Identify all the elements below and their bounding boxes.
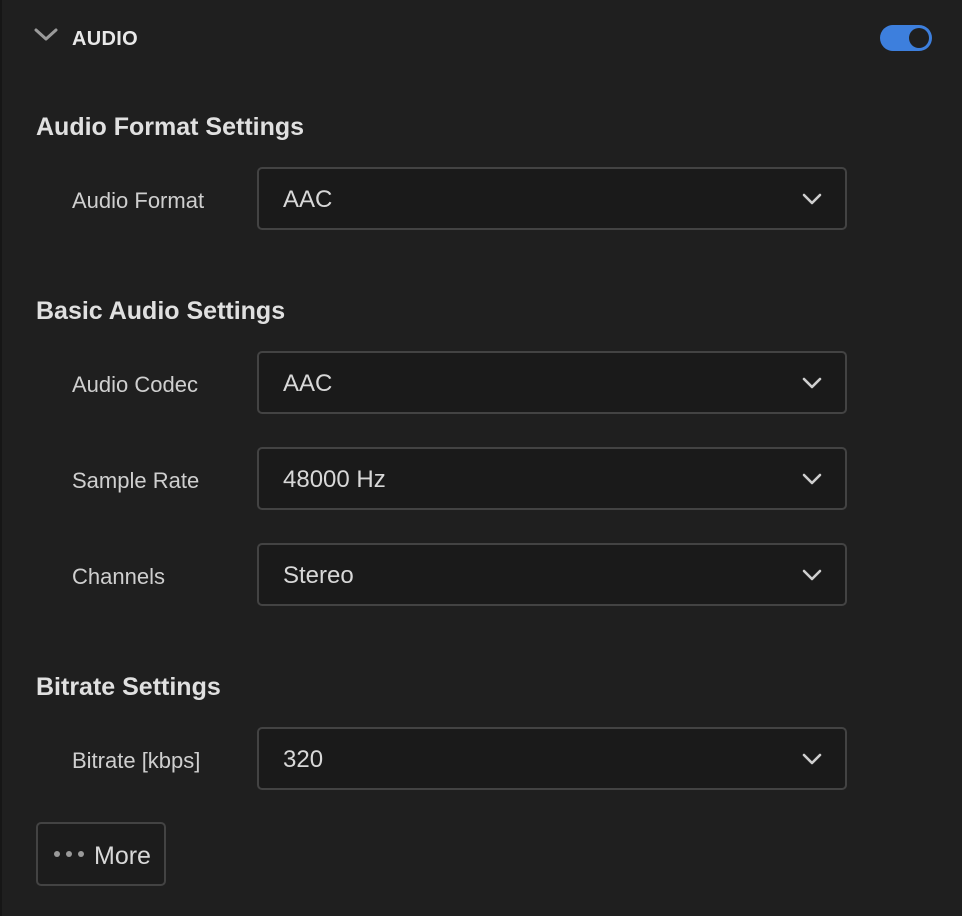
audio-codec-dropdown[interactable]: AAC bbox=[257, 351, 847, 414]
bitrate-label: Bitrate [kbps] bbox=[72, 748, 201, 773]
audio-settings-panel: AUDIO Audio Format Settings Audio Format… bbox=[0, 0, 962, 916]
audio-format-label: Audio Format bbox=[72, 188, 205, 213]
bitrate-settings-heading: Bitrate Settings bbox=[36, 673, 221, 701]
bitrate-dropdown[interactable]: 320 bbox=[257, 727, 847, 790]
basic-audio-settings-heading: Basic Audio Settings bbox=[36, 297, 286, 325]
channels-value: Stereo bbox=[283, 562, 354, 589]
audio-codec-value: AAC bbox=[283, 370, 333, 397]
chevron-down-icon bbox=[802, 473, 822, 485]
chevron-down-icon bbox=[802, 377, 822, 389]
chevron-down-icon bbox=[802, 753, 822, 765]
chevron-down-icon bbox=[34, 28, 58, 41]
audio-format-settings-heading: Audio Format Settings bbox=[36, 113, 305, 141]
chevron-down-icon bbox=[802, 569, 822, 581]
audio-enable-toggle[interactable] bbox=[880, 25, 932, 51]
more-button-label: More bbox=[94, 842, 151, 870]
more-button[interactable]: More bbox=[36, 822, 166, 886]
toggle-knob bbox=[909, 28, 929, 48]
section-title: AUDIO bbox=[72, 28, 138, 50]
audio-format-dropdown[interactable]: AAC bbox=[257, 167, 847, 230]
more-dots-icon bbox=[54, 851, 84, 857]
sample-rate-value: 48000 Hz bbox=[283, 466, 386, 493]
section-header: AUDIO bbox=[2, 0, 962, 78]
bitrate-value: 320 bbox=[283, 746, 324, 773]
collapse-toggle-button[interactable] bbox=[32, 24, 60, 48]
sample-rate-label: Sample Rate bbox=[72, 468, 200, 493]
audio-format-value: AAC bbox=[283, 186, 333, 213]
channels-dropdown[interactable]: Stereo bbox=[257, 543, 847, 606]
audio-codec-label: Audio Codec bbox=[72, 372, 198, 397]
channels-label: Channels bbox=[72, 564, 165, 589]
sample-rate-dropdown[interactable]: 48000 Hz bbox=[257, 447, 847, 510]
chevron-down-icon bbox=[802, 193, 822, 205]
